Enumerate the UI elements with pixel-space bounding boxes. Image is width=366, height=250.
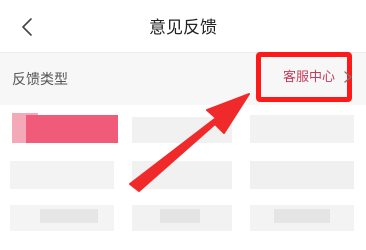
feedback-type-label: 反馈类型 xyxy=(12,72,68,88)
feedback-type-option[interactable] xyxy=(250,161,354,189)
navigation-bar: 意见反馈 xyxy=(0,0,366,52)
feedback-page: 意见反馈 反馈类型 客服中心 xyxy=(0,0,366,250)
feedback-type-option[interactable] xyxy=(10,161,114,189)
back-button[interactable] xyxy=(14,14,40,40)
feedback-type-grid xyxy=(0,105,366,250)
page-title: 意见反馈 xyxy=(149,18,217,38)
chevron-right-icon xyxy=(344,71,352,83)
customer-service-label: 客服中心 xyxy=(283,70,336,85)
feedback-type-option[interactable] xyxy=(40,209,98,223)
customer-service-link[interactable]: 客服中心 xyxy=(256,52,352,102)
feedback-type-option[interactable] xyxy=(132,161,232,189)
feedback-type-option[interactable] xyxy=(132,117,232,143)
chevron-left-icon xyxy=(22,18,32,36)
feedback-type-option[interactable] xyxy=(160,209,200,223)
feedback-type-option[interactable] xyxy=(250,115,354,143)
feedback-type-option[interactable] xyxy=(274,209,330,223)
feedback-type-option-selected[interactable] xyxy=(26,115,118,143)
